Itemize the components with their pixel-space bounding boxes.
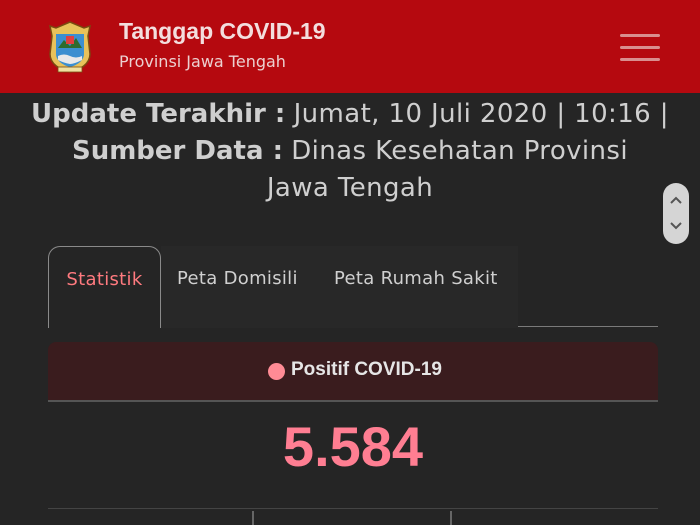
- updated-value: Jumat, 10 Juli 2020 | 10:16 |: [293, 99, 669, 129]
- tab-peta-domisili[interactable]: Peta Domisili: [177, 246, 298, 328]
- scroll-up-down-control[interactable]: [663, 183, 689, 244]
- stat-card-header: Positif COVID-19: [48, 342, 658, 400]
- status-dot-icon: [268, 363, 285, 380]
- app-header: Tanggap COVID-19 Provinsi Jawa Tengah: [0, 0, 700, 93]
- stat-footer-divider: [48, 508, 658, 509]
- tab-divider: [518, 326, 658, 327]
- hamburger-menu-icon[interactable]: [620, 34, 662, 64]
- stat-column-divider: [252, 511, 254, 525]
- source-label: Sumber Data :: [71, 136, 283, 166]
- source-value: Dinas Kesehatan Provinsi Jawa Tengah: [266, 136, 628, 203]
- tab-statistik[interactable]: Statistik: [48, 246, 161, 328]
- chevron-up-icon[interactable]: [669, 195, 683, 205]
- app-subtitle: Provinsi Jawa Tengah: [119, 52, 286, 71]
- stat-divider: [48, 400, 658, 402]
- update-info: Update Terakhir : Jumat, 10 Juli 2020 | …: [0, 96, 700, 207]
- stat-value: 5.584: [282, 415, 424, 478]
- stat-column-divider: [450, 511, 452, 525]
- tab-peta-rumah-sakit[interactable]: Peta Rumah Sakit: [334, 246, 498, 328]
- updated-label: Update Terakhir :: [31, 99, 286, 129]
- jawa-tengah-crest-icon: [49, 21, 91, 73]
- chevron-down-icon[interactable]: [669, 221, 683, 231]
- app-title: Tanggap COVID-19: [119, 18, 326, 44]
- stat-label: Positif COVID-19: [291, 359, 442, 380]
